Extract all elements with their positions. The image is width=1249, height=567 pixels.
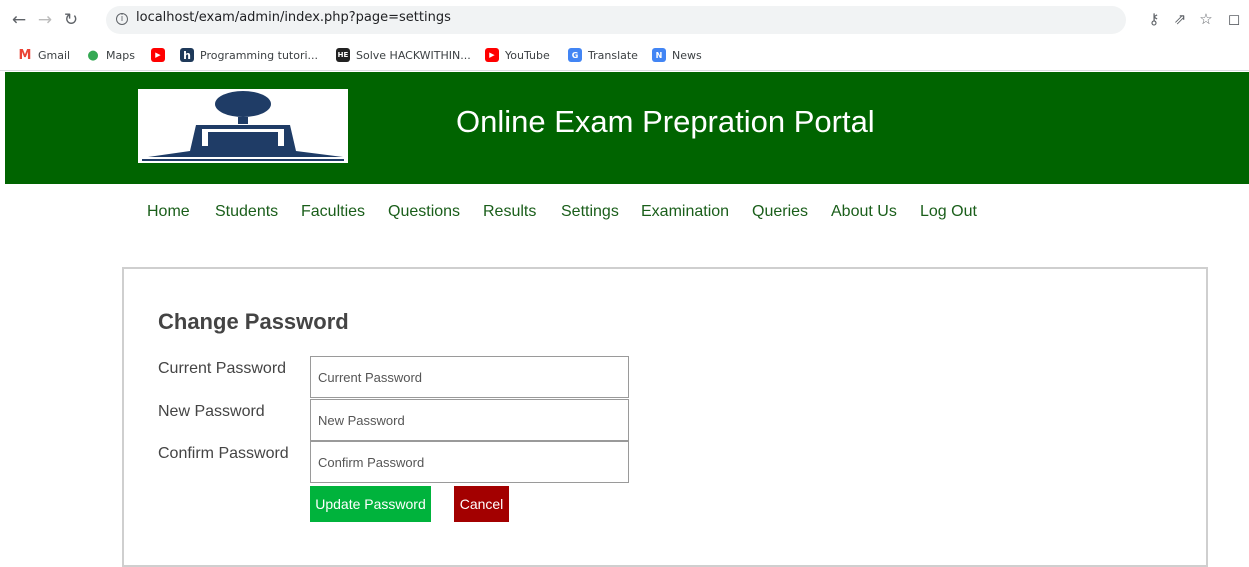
back-arrow-icon[interactable]: ← — [8, 9, 30, 31]
site-logo — [138, 89, 348, 163]
bookmark-maps[interactable]: ● Maps — [86, 47, 135, 63]
bookmark-news[interactable]: N News — [652, 47, 702, 63]
nav-examination[interactable]: Examination — [641, 203, 729, 221]
nav-results[interactable]: Results — [483, 203, 536, 221]
bookmark-translate[interactable]: G Translate — [568, 47, 638, 63]
bookmark-label: Gmail — [38, 48, 71, 62]
bookmark-label: Programming tutori... — [200, 48, 319, 62]
update-password-button[interactable]: Update Password — [310, 486, 431, 522]
new-password-label: New Password — [158, 403, 265, 420]
forward-arrow-icon[interactable]: → — [34, 9, 56, 31]
bookmark-label: Maps — [106, 48, 135, 62]
site-title: Online Exam Prepration Portal — [456, 104, 875, 139]
side-panel-icon[interactable]: ◻ — [1224, 9, 1244, 29]
confirm-password-input[interactable] — [310, 441, 629, 483]
nav-students[interactable]: Students — [215, 203, 278, 221]
nav-log-out[interactable]: Log Out — [920, 203, 977, 221]
reload-icon[interactable]: ↻ — [60, 9, 82, 31]
exam-portal-logo-icon — [142, 91, 344, 161]
nav-about-us[interactable]: About Us — [831, 203, 897, 221]
nav-questions[interactable]: Questions — [388, 203, 460, 221]
form-title: Change Password — [158, 309, 349, 334]
new-password-input[interactable] — [310, 399, 629, 441]
address-url[interactable]: localhost/exam/admin/index.php?page=sett… — [136, 10, 451, 25]
bookmark-star-icon[interactable]: ☆ — [1196, 9, 1216, 29]
share-icon[interactable]: ⇗ — [1170, 9, 1190, 29]
bookmark-hackwithin[interactable]: HE Solve HACKWITHIN... — [336, 47, 471, 63]
current-password-label: Current Password — [158, 360, 287, 377]
bookmark-youtube-icon-only[interactable]: ▶ — [151, 47, 171, 63]
gmail-icon: M — [18, 47, 32, 63]
bookmark-youtube[interactable]: ▶ YouTube — [485, 47, 550, 63]
bookmark-programming-tutorials[interactable]: h Programming tutori... — [180, 47, 318, 63]
translate-icon: G — [568, 48, 582, 62]
password-key-icon[interactable]: ⚷ — [1144, 9, 1164, 29]
bookmark-label: Translate — [588, 48, 638, 62]
current-password-input[interactable] — [310, 356, 629, 398]
nav-settings[interactable]: Settings — [561, 203, 619, 221]
nav-faculties[interactable]: Faculties — [301, 203, 365, 221]
confirm-password-label: Confirm Password — [158, 445, 289, 462]
bookmark-gmail[interactable]: M Gmail — [18, 47, 71, 63]
bookmark-label: News — [672, 48, 702, 62]
site-info-icon[interactable]: i — [116, 13, 128, 25]
h-icon: h — [180, 48, 194, 62]
news-icon: N — [652, 48, 666, 62]
nav-queries[interactable]: Queries — [752, 203, 808, 221]
hackerearth-icon: HE — [336, 48, 350, 62]
cancel-button[interactable]: Cancel — [454, 486, 509, 522]
nav-home[interactable]: Home — [147, 203, 190, 221]
bookmark-label: Solve HACKWITHIN... — [356, 48, 471, 62]
youtube-icon: ▶ — [151, 48, 165, 62]
bookmark-label: YouTube — [505, 48, 550, 62]
maps-icon: ● — [87, 47, 99, 63]
youtube-icon: ▶ — [485, 48, 499, 62]
